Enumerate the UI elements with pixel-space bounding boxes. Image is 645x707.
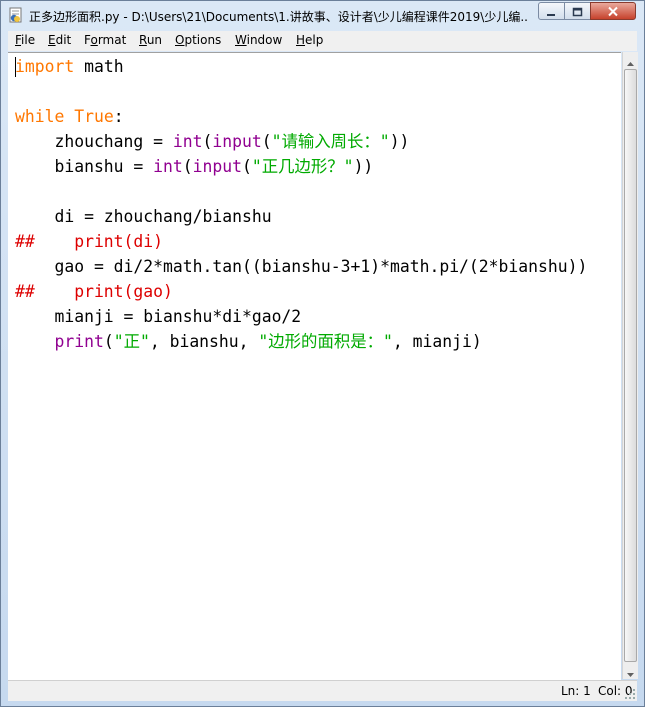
menu-help-accel: H [296, 33, 306, 47]
arrow-up-icon [627, 51, 634, 70]
code-editor[interactable]: import math while True: zhouchang = int(… [8, 52, 621, 680]
status-bar: Ln: 1 Col: 0 [8, 680, 637, 701]
string-literal: "请输入周长：" [271, 132, 390, 151]
code-paren: ( [182, 157, 193, 176]
code-text: math [74, 57, 124, 76]
menu-file[interactable]: File [15, 33, 35, 47]
menu-edit[interactable]: Edit [48, 33, 71, 47]
code-line-8[interactable]: ## print(di) [15, 230, 163, 254]
code-line-7[interactable]: di = zhouchang/bianshu [15, 205, 272, 229]
vertical-scrollbar[interactable] [622, 52, 638, 679]
menu-format-accel: o [90, 33, 98, 47]
window-title: 正多边形面积.py - D:\Users\21\Documents\1.讲故事、… [29, 10, 529, 24]
builtin-input: input [192, 157, 242, 176]
line-indicator: Ln: 1 [561, 684, 591, 698]
code-paren: ( [241, 157, 252, 176]
minimize-button[interactable] [538, 2, 565, 20]
code-paren: ( [261, 132, 272, 151]
code-text: bianshu = [15, 157, 154, 176]
builtin-int: int [153, 157, 183, 176]
code-line-4[interactable]: zhouchang = int(input("请输入周长：")) [15, 130, 409, 154]
arrow-down-icon [627, 662, 634, 681]
menu-help-label: elp [305, 33, 324, 47]
title-bar[interactable]: 正多边形面积.py - D:\Users\21\Documents\1.讲故事、… [1, 1, 644, 31]
menu-window-accel: W [235, 33, 247, 47]
string-literal: "正几边形？" [251, 157, 354, 176]
code-text: di = zhouchang/bianshu [15, 207, 272, 226]
code-text: mianji = bianshu*di*gao/2 [15, 307, 302, 326]
keyword-import: import [15, 57, 75, 76]
menu-edit-label: dit [55, 33, 72, 47]
builtin-int: int [172, 132, 203, 151]
code-line-12[interactable]: print("正", bianshu, "边形的面积是：", mianji) [15, 330, 482, 354]
maximize-button[interactable] [564, 2, 591, 20]
code-text: , bianshu, [149, 332, 259, 351]
code-line-10[interactable]: ## print(gao) [15, 280, 173, 304]
code-paren: ( [202, 132, 213, 151]
menu-run[interactable]: Run [139, 33, 162, 47]
comment: ## print(di) [15, 232, 164, 251]
menu-file-label: ile [21, 33, 36, 47]
menu-bar: File Edit Format Run Options Window Help [8, 31, 637, 51]
menu-options[interactable]: Options [175, 33, 221, 47]
string-literal: "边形的面积是：" [258, 332, 393, 351]
code-line-11[interactable]: mianji = bianshu*di*gao/2 [15, 305, 301, 329]
code-paren: )) [389, 132, 410, 151]
menu-help[interactable]: Help [296, 33, 323, 47]
code-text: gao = di/2*math.tan((bianshu-3+1)*math.p… [15, 257, 588, 276]
scroll-up-button[interactable] [623, 52, 638, 68]
menu-format[interactable]: Format [84, 33, 126, 47]
string-literal: "正" [113, 332, 150, 351]
menu-run-accel: R [139, 33, 147, 47]
menu-options-label: ptions [184, 33, 222, 47]
python-idle-icon [8, 7, 24, 23]
menu-window-label: indow [246, 33, 283, 47]
scroll-thumb[interactable] [624, 69, 637, 662]
keyword-true: True [74, 107, 114, 126]
menu-run-label: un [146, 33, 163, 47]
code-line-3[interactable]: while True: [15, 105, 124, 129]
menu-window[interactable]: Window [235, 33, 282, 47]
minimize-icon [546, 2, 557, 21]
code-paren: )) [353, 157, 374, 176]
close-icon [607, 2, 619, 21]
menu-format-label: rmat [97, 33, 127, 47]
menu-edit-accel: E [48, 33, 56, 47]
code-text: : [113, 107, 124, 126]
code-text: zhouchang = [15, 132, 173, 151]
code-line-1[interactable]: import math [15, 55, 124, 79]
resize-grip-icon[interactable] [624, 688, 636, 700]
code-line-5[interactable]: bianshu = int(input("正几边形？")) [15, 155, 373, 179]
close-button[interactable] [590, 2, 636, 20]
code-line-9[interactable]: gao = di/2*math.tan((bianshu-3+1)*math.p… [15, 255, 587, 279]
comment: ## print(gao) [15, 282, 173, 301]
builtin-print: print [54, 332, 104, 351]
maximize-icon [572, 2, 583, 21]
keyword-while: while [15, 107, 65, 126]
builtin-input: input [212, 132, 262, 151]
scroll-down-button[interactable] [623, 663, 638, 679]
idle-editor-window: 正多边形面积.py - D:\Users\21\Documents\1.讲故事、… [0, 0, 645, 707]
code-text: , mianji) [392, 332, 482, 351]
code-paren: ( [103, 332, 114, 351]
